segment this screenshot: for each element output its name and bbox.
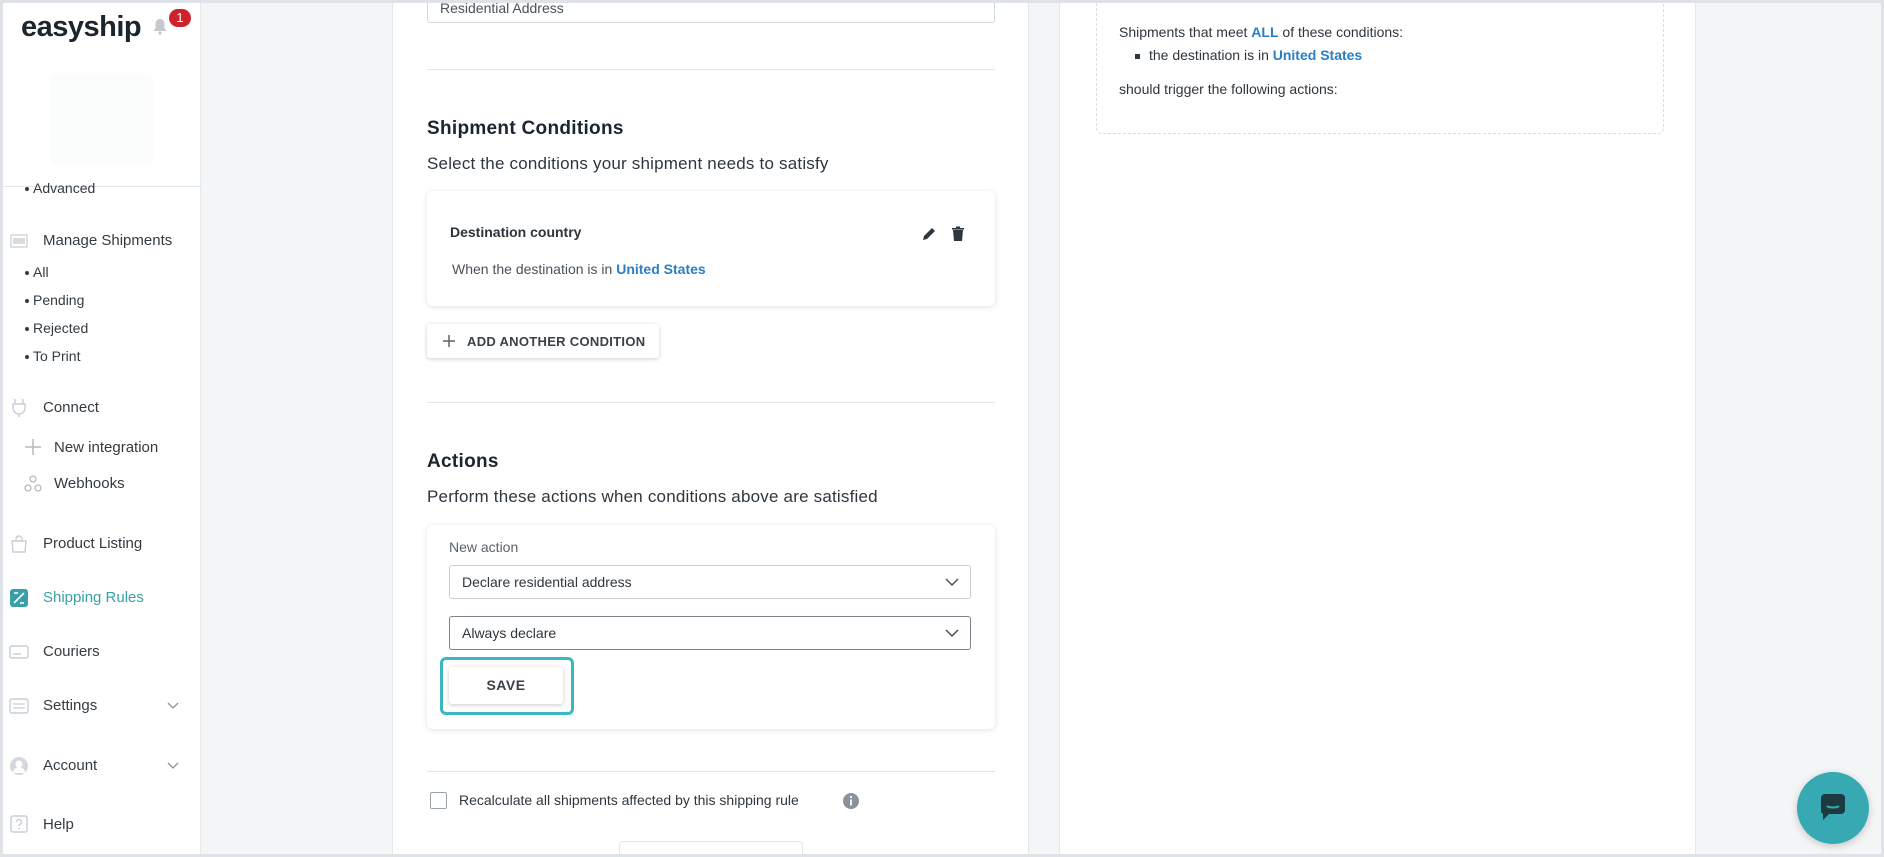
sidebar-item-pending[interactable]: Pending bbox=[24, 292, 84, 308]
rule-form-card: Residential Address Shipment Conditions … bbox=[392, 3, 1029, 854]
trash-icon[interactable] bbox=[949, 225, 967, 243]
actions-subtitle: Perform these actions when conditions ab… bbox=[427, 487, 878, 506]
help-icon bbox=[10, 815, 28, 833]
notification-badge: 1 bbox=[169, 9, 191, 27]
chevron-down-icon[interactable] bbox=[166, 698, 180, 712]
actions-title: Actions bbox=[427, 451, 499, 472]
sidebar-item-account[interactable]: Account bbox=[43, 757, 97, 774]
edit-icon[interactable] bbox=[920, 225, 938, 243]
condition-title: Destination country bbox=[450, 224, 582, 240]
rule-summary: Shipments that meet ALL of these conditi… bbox=[1096, 3, 1664, 134]
sidebar: easyship 1 Advanced Manage Shipments All… bbox=[3, 3, 201, 854]
shipping-rules-icon bbox=[10, 589, 28, 607]
bell-icon[interactable] bbox=[151, 17, 169, 35]
condition-card: Destination country When the destination… bbox=[427, 191, 995, 306]
section-divider bbox=[427, 69, 995, 70]
chat-button[interactable] bbox=[1797, 772, 1869, 844]
sidebar-item-all[interactable]: All bbox=[25, 264, 49, 280]
plus-icon bbox=[25, 439, 41, 455]
sidebar-item-couriers[interactable]: Couriers bbox=[43, 643, 100, 660]
company-logo-placeholder bbox=[51, 73, 153, 165]
summary-condition-item: the destination is in United States bbox=[1134, 47, 1363, 63]
summary-card: Shipments that meet ALL of these conditi… bbox=[1059, 3, 1696, 854]
app-frame: easyship 1 Advanced Manage Shipments All… bbox=[3, 3, 1881, 854]
bottom-action-bar bbox=[619, 841, 803, 854]
condition-text: When the destination is in United States bbox=[452, 261, 706, 277]
sidebar-item-product-listing[interactable]: Product Listing bbox=[43, 535, 142, 552]
condition-country-link[interactable]: United States bbox=[616, 261, 705, 277]
webhooks-icon bbox=[24, 475, 42, 492]
address-type-field[interactable]: Residential Address bbox=[427, 3, 995, 23]
section-divider bbox=[427, 402, 995, 403]
sidebar-item-rejected[interactable]: Rejected bbox=[24, 320, 88, 336]
sidebar-item-shipping-rules[interactable]: Shipping Rules bbox=[43, 589, 144, 606]
barcode-icon bbox=[10, 234, 28, 248]
add-condition-button[interactable]: ADD ANOTHER CONDITION bbox=[427, 324, 659, 358]
sidebar-item-to-print[interactable]: To Print bbox=[24, 348, 80, 364]
sidebar-item-help[interactable]: Help bbox=[43, 816, 74, 833]
sidebar-item-advanced[interactable]: Advanced bbox=[24, 180, 95, 196]
chevron-down-icon bbox=[945, 629, 959, 638]
brand-logo[interactable]: easyship bbox=[21, 11, 142, 44]
info-icon[interactable] bbox=[842, 792, 860, 810]
conditions-subtitle: Select the conditions your shipment need… bbox=[427, 154, 829, 173]
declare-option-select[interactable]: Always declare bbox=[449, 616, 971, 650]
account-icon bbox=[10, 757, 28, 775]
section-divider bbox=[427, 771, 995, 772]
settings-icon bbox=[9, 698, 29, 714]
summary-trigger-line: should trigger the following actions: bbox=[1119, 81, 1338, 97]
summary-conditions-line: Shipments that meet ALL of these conditi… bbox=[1119, 24, 1404, 40]
action-type-select[interactable]: Declare residential address bbox=[449, 565, 971, 599]
sidebar-item-webhooks[interactable]: Webhooks bbox=[54, 475, 125, 492]
recalculate-label[interactable]: Recalculate all shipments affected by th… bbox=[459, 792, 799, 808]
sidebar-item-manage-shipments[interactable]: Manage Shipments bbox=[43, 232, 172, 249]
couriers-icon bbox=[9, 645, 29, 659]
sidebar-item-connect[interactable]: Connect bbox=[43, 399, 99, 416]
plus-icon bbox=[443, 335, 455, 347]
save-button[interactable]: SAVE bbox=[449, 667, 563, 704]
sidebar-item-settings[interactable]: Settings bbox=[43, 697, 97, 714]
conditions-title: Shipment Conditions bbox=[427, 118, 624, 139]
product-listing-icon bbox=[11, 535, 27, 553]
plug-icon bbox=[12, 399, 26, 417]
new-action-label: New action bbox=[449, 539, 519, 555]
chevron-down-icon bbox=[945, 578, 959, 587]
recalculate-checkbox[interactable] bbox=[430, 792, 447, 809]
sidebar-item-new-integration[interactable]: New integration bbox=[54, 439, 158, 456]
chat-icon bbox=[1820, 794, 1845, 820]
chevron-down-icon[interactable] bbox=[166, 758, 180, 772]
